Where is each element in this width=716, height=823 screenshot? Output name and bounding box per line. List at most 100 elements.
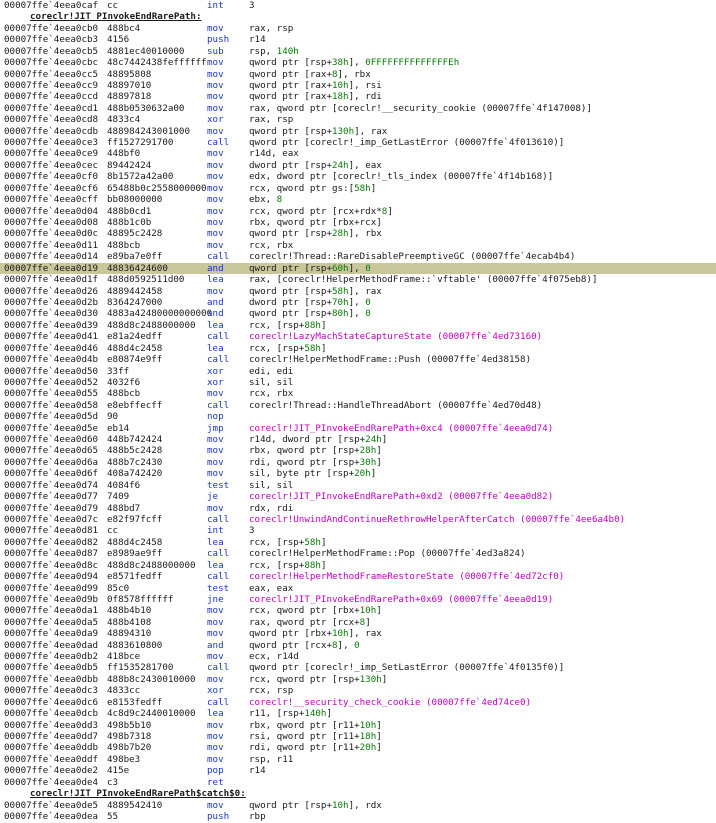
operands: rsi, qword ptr [r11+18h] — [249, 731, 382, 742]
instruction-row[interactable]: 00007ffe`4eea0cc5 48895808 mov qword ptr [r… — [0, 69, 716, 80]
address: 00007ffe`4eea0d7c — [4, 513, 99, 525]
mnemonic: lea — [207, 536, 224, 548]
instruction-row[interactable]: 00007ffe`4eea0cd1 488b0530632a00 mov rax, q… — [0, 103, 716, 114]
symbol-link[interactable]: coreclr!JIT_PInvokeEndRarePath+0x69 (000… — [249, 594, 553, 605]
instruction-row[interactable]: 00007ffe`4eea0cf0 8b1572a42a00 mov edx, dwo… — [0, 171, 716, 182]
instruction-row[interactable]: 00007ffe`4eea0d6f 408a742420 mov sil, byte … — [0, 468, 716, 479]
instruction-row[interactable]: 00007ffe`4eea0cd8 4833c4 xor rax, rsp — [0, 114, 716, 125]
instruction-row[interactable]: 00007ffe`4eea0dad 4883610800 and qword ptr … — [0, 640, 716, 651]
operand-text: qword ptr [rbx+ — [249, 628, 332, 640]
instruction-row[interactable]: 00007ffe`4eea0d39 488d8c2488000000 lea rcx,… — [0, 320, 716, 331]
instruction-row[interactable]: 00007ffe`4eea0da9 48894310 mov qword ptr [r… — [0, 628, 716, 639]
instruction-row[interactable]: 00007ffe`4eea0d65 488b5c2428 mov rbx, qword… — [0, 445, 716, 456]
operand-text: rcx, qword ptr [rcx+rdx* — [249, 205, 382, 217]
instruction-row[interactable]: 00007ffe`4eea0d50 33ff xor edi, edi — [0, 366, 716, 377]
instruction-row[interactable]: 00007ffe`4eea0de2 415e pop r14 — [0, 765, 716, 776]
mnemonic: test — [207, 582, 230, 594]
address: 00007ffe`4eea0d11 — [4, 239, 99, 251]
instruction-row[interactable]: 00007ffe`4eea0d4b e80874e9ff call coreclr!H… — [0, 354, 716, 365]
instruction-row[interactable]: 00007ffe`4eea0d8c 488d8c2488000000 lea rcx,… — [0, 560, 716, 571]
instruction-row[interactable]: 00007ffe`4eea0dea 55 push rbp — [0, 811, 716, 822]
instruction-row[interactable]: 00007ffe`4eea0dbb 488b8c2430010000 mov rcx,… — [0, 674, 716, 685]
mnemonic: xor — [207, 685, 224, 697]
instruction-row[interactable]: 00007ffe`4eea0cc9 48897010 mov qword ptr [r… — [0, 80, 716, 91]
instruction-row[interactable]: 00007ffe`4eea0cb5 4881ec40010000 sub rsp, 1… — [0, 46, 716, 57]
instruction-row[interactable]: 00007ffe`4eea0d82 488d4c2458 lea rcx, [rsp+… — [0, 537, 716, 548]
instruction-row[interactable]: 00007ffe`4eea0d52 4032f6 xor sil, sil — [0, 377, 716, 388]
instruction-row[interactable]: 00007ffe`4eea0dcb 4c8d9c2440010000 lea r11,… — [0, 708, 716, 719]
instruction-row[interactable]: 00007ffe`4eea0de5 4889542410 mov qword ptr … — [0, 800, 716, 811]
instruction-row[interactable]: 00007ffe`4eea0d5d 90 nop — [0, 411, 716, 422]
instruction-row[interactable]: 00007ffe`4eea0dc3 4833cc xor rcx, rsp — [0, 685, 716, 696]
mnemonic: mov — [207, 456, 224, 468]
instruction-row[interactable]: 00007ffe`4eea0d79 488bd7 mov rdx, rdi — [0, 503, 716, 514]
instruction-row[interactable]: 00007ffe`4eea0d6a 488b7c2430 mov rdi, qword… — [0, 457, 716, 468]
instruction-row[interactable]: 00007ffe`4eea0dc6 e8153fedff call coreclr!_… — [0, 697, 716, 708]
function-label-row[interactable]: coreclr!JIT_PInvokeEndRarePath$catch$0: — [0, 788, 716, 799]
instruction-row[interactable]: 00007ffe`4eea0cbc 48c7442438feffffff mov qw… — [0, 57, 716, 68]
symbol-link[interactable]: coreclr!UnwindAndContinueRethrowHelperAf… — [249, 514, 625, 525]
mnemonic: and — [207, 262, 224, 274]
symbol-link[interactable]: coreclr!JIT_PInvokeEndRarePath+0xd2 (000… — [249, 491, 553, 502]
operand-text: ] — [320, 536, 327, 548]
opcode-bytes: 48895c2428 — [107, 228, 163, 240]
address: 00007ffe`4eea0dc6 — [4, 696, 99, 708]
instruction-row[interactable]: 00007ffe`4eea0d11 488bcb mov rcx, rbx — [0, 240, 716, 251]
instruction-row[interactable]: 00007ffe`4eea0d55 488bcb mov rcx, rbx — [0, 388, 716, 399]
opcode-bytes: 488d4c2458 — [107, 342, 163, 354]
current-instruction-row[interactable]: 00007ffe`4eea0d19 48836424600 and qword ptr… — [0, 262, 716, 275]
instruction-row[interactable]: 00007ffe`4eea0d99 85c0 test eax, eax — [0, 583, 716, 594]
instruction-row[interactable]: 00007ffe`4eea0d1f 488d0592511d00 lea rax, [… — [0, 274, 716, 285]
instruction-row[interactable]: 00007ffe`4eea0d46 488d4c2458 lea rcx, [rsp+… — [0, 343, 716, 354]
instruction-row[interactable]: 00007ffe`4eea0d81 cc int 3 — [0, 525, 716, 536]
symbol-link[interactable]: coreclr!LazyMachStateCaptureState (00007… — [249, 331, 542, 342]
instruction-row[interactable]: 00007ffe`4eea0d2b 8364247000 and dword ptr … — [0, 297, 716, 308]
instruction-row[interactable]: 00007ffe`4eea0cff bb08000000 mov ebx, 8 — [0, 194, 716, 205]
instruction-row[interactable]: 00007ffe`4eea0d0c 48895c2428 mov qword ptr … — [0, 228, 716, 239]
instruction-row[interactable]: 00007ffe`4eea0cb0 488bc4 mov rax, rsp — [0, 23, 716, 34]
instruction-row[interactable]: 00007ffe`4eea0de4 c3 ret — [0, 777, 716, 788]
instruction-row[interactable]: 00007ffe`4eea0dd7 498b7318 mov rsi, qword p… — [0, 731, 716, 742]
instruction-row[interactable]: 00007ffe`4eea0d04 488b0cd1 mov rcx, qword p… — [0, 206, 716, 217]
instruction-row[interactable]: 00007ffe`4eea0caf cc int 3 — [0, 0, 716, 11]
instruction-row[interactable]: 00007ffe`4eea0cf6 65488b0c2558000000 mov rc… — [0, 183, 716, 194]
instruction-row[interactable]: 00007ffe`4eea0d14 e89ba7e0ff call coreclr!T… — [0, 251, 716, 262]
address: 00007ffe`4eea0d39 — [4, 319, 99, 331]
operands: qword ptr [rsp+58h], rax — [249, 286, 382, 297]
symbol-link[interactable]: coreclr!HelperMethodFrameRestoreState (0… — [249, 571, 564, 582]
instruction-row[interactable]: 00007ffe`4eea0d9b 0f8578ffffff jne coreclr!… — [0, 594, 716, 605]
instruction-row[interactable]: 00007ffe`4eea0d7c e82f97fcff call coreclr!U… — [0, 514, 716, 525]
instruction-row[interactable]: 00007ffe`4eea0da5 488b4108 mov rax, qword p… — [0, 617, 716, 628]
mnemonic: call — [207, 696, 230, 708]
instruction-row[interactable]: 00007ffe`4eea0dd3 498b5b10 mov rbx, qword p… — [0, 720, 716, 731]
instruction-row[interactable]: 00007ffe`4eea0d60 448b742424 mov r14d, dwor… — [0, 434, 716, 445]
symbol-link[interactable]: coreclr!JIT_PInvokeEndRarePath+0xc4 (000… — [249, 423, 553, 434]
operand-number: 0FFFFFFFFFFFFFFEh — [365, 57, 460, 69]
instruction-row[interactable]: 00007ffe`4eea0d77 7409 je coreclr!JIT_PInvo… — [0, 491, 716, 502]
instruction-row[interactable]: 00007ffe`4eea0ddb 498b7b20 mov rdi, qword p… — [0, 742, 716, 753]
instruction-row[interactable]: 00007ffe`4eea0d94 e8571fedff call coreclr!H… — [0, 571, 716, 582]
instruction-row[interactable]: 00007ffe`4eea0d26 4889442458 mov qword ptr … — [0, 286, 716, 297]
instruction-row[interactable]: 00007ffe`4eea0cec 89442424 mov dword ptr [r… — [0, 160, 716, 171]
instruction-row[interactable]: 00007ffe`4eea0da1 488b4b10 mov rcx, qword p… — [0, 605, 716, 616]
instruction-row[interactable]: 00007ffe`4eea0ce9 448bf0 mov r14d, eax — [0, 148, 716, 159]
instruction-row[interactable]: 00007ffe`4eea0ddf 498be3 mov rsp, r11 — [0, 754, 716, 765]
symbol-link[interactable]: coreclr!__security_check_cookie (00007ff… — [249, 697, 531, 708]
instruction-row[interactable]: 00007ffe`4eea0d87 e8989ae9ff call coreclr!H… — [0, 548, 716, 559]
disassembly-view[interactable]: 00007ffe`4eea0caf cc int 3 coreclr!JIT_PInvo… — [0, 0, 716, 823]
instruction-row[interactable]: 00007ffe`4eea0d08 488b1c0b mov rbx, qword p… — [0, 217, 716, 228]
instruction-row[interactable]: 00007ffe`4eea0ccd 48897818 mov qword ptr [r… — [0, 91, 716, 102]
instruction-row[interactable]: 00007ffe`4eea0db5 ff1535281700 call qword p… — [0, 662, 716, 673]
operand-text: rcx, [rsp+ — [249, 536, 305, 548]
address: 00007ffe`4eea0d74 — [4, 479, 99, 491]
instruction-row[interactable]: 00007ffe`4eea0d30 4883a42480000000000 and q… — [0, 308, 716, 319]
function-label-row[interactable]: coreclr!JIT_PInvokeEndRarePath: — [0, 11, 716, 22]
instruction-row[interactable]: 00007ffe`4eea0d5e eb14 jmp coreclr!JIT_PInv… — [0, 423, 716, 434]
instruction-row[interactable]: 00007ffe`4eea0d74 4084f6 test sil, sil — [0, 480, 716, 491]
instruction-row[interactable]: 00007ffe`4eea0cb3 4156 push r14 — [0, 34, 716, 45]
instruction-row[interactable]: 00007ffe`4eea0d41 e81a24edff call coreclr!L… — [0, 331, 716, 342]
instruction-row[interactable]: 00007ffe`4eea0d58 e8ebffecff call coreclr!T… — [0, 400, 716, 411]
instruction-row[interactable]: 00007ffe`4eea0db2 418bce mov ecx, r14d — [0, 651, 716, 662]
instruction-row[interactable]: 00007ffe`4eea0ce3 ff1527291700 call qword p… — [0, 137, 716, 148]
instruction-row[interactable]: 00007ffe`4eea0cdb 488984243001000 mov qword… — [0, 126, 716, 137]
